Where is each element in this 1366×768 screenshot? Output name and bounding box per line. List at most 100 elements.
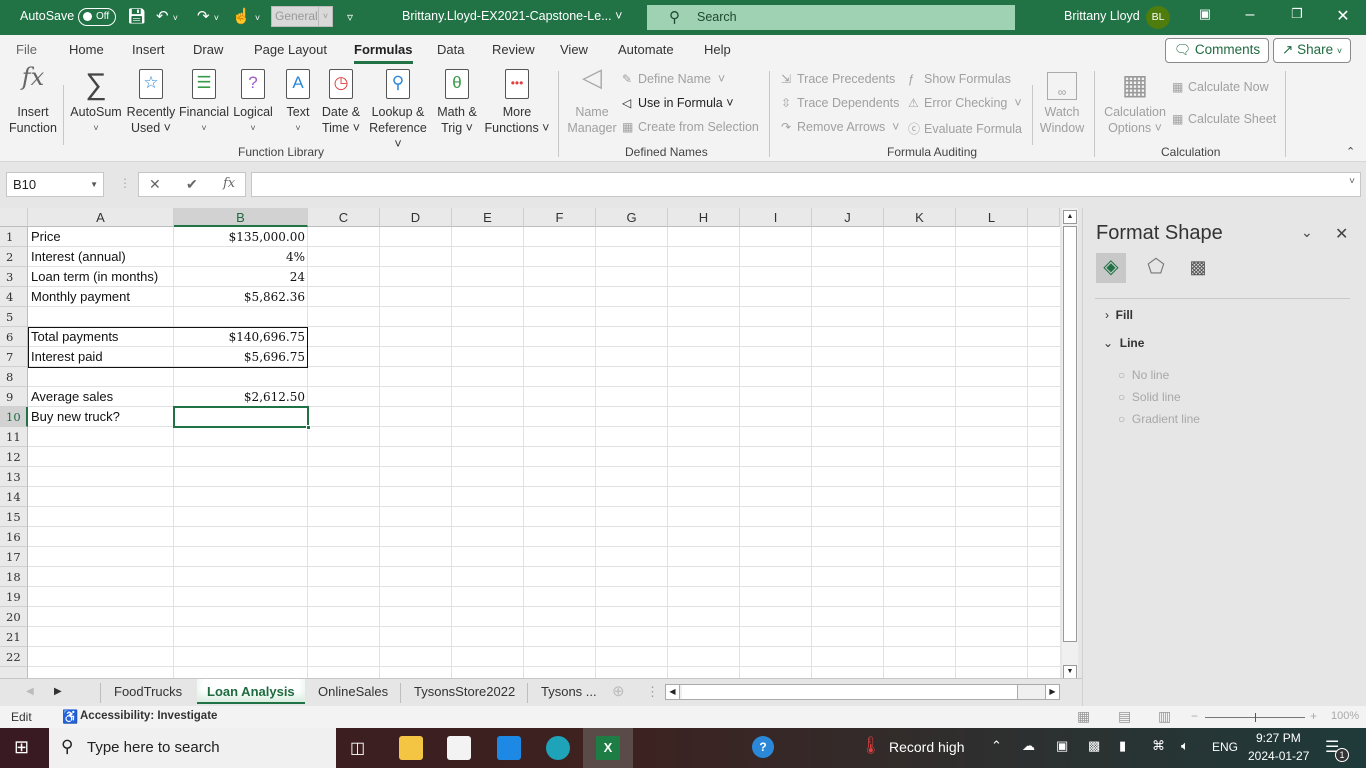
calculate-sheet-button[interactable]: ▦ Calculate Sheet <box>1172 112 1276 126</box>
update-icon[interactable]: ▩ <box>1088 738 1100 754</box>
column-header-j[interactable]: J <box>812 208 884 227</box>
cell-a2[interactable]: Interest (annual) <box>31 247 126 267</box>
autosum-button[interactable]: ∑ AutoSum ˅ <box>68 69 124 136</box>
show-formulas-button[interactable]: ƒ Show Formulas <box>908 72 1011 86</box>
column-header-f[interactable]: F <box>524 208 596 227</box>
math-trig-button[interactable]: θ Math & Trig ˅ <box>432 69 482 136</box>
camera-icon[interactable]: ▣ <box>1056 738 1068 754</box>
column-header-h[interactable]: H <box>668 208 740 227</box>
enter-icon[interactable]: ✔ <box>186 176 198 193</box>
accessibility-status[interactable]: Accessibility: Investigate <box>80 710 217 722</box>
row-header-4[interactable]: 4 <box>0 287 28 307</box>
undo-icon[interactable]: ↶ ˅ <box>156 7 178 25</box>
scroll-up-icon[interactable]: ▲ <box>1063 210 1077 224</box>
page-layout-view-icon[interactable]: ▤ <box>1118 708 1131 725</box>
column-header-b[interactable]: B <box>174 208 308 227</box>
cell-b6[interactable]: $140,696.75 <box>174 327 305 347</box>
sheet-tab-tysons-more[interactable]: Tysons ... <box>541 684 597 699</box>
define-name-button[interactable]: ✎ Define Name ˅ <box>622 72 725 86</box>
row-header-1[interactable]: 1 <box>0 227 28 247</box>
solid-line-radio[interactable]: ○ Solid line <box>1118 390 1181 404</box>
number-format-select[interactable]: General ˅ <box>271 6 333 27</box>
page-break-view-icon[interactable]: ▥ <box>1158 708 1171 725</box>
column-header-i[interactable]: I <box>740 208 812 227</box>
row-header-7[interactable]: 7 <box>0 347 28 367</box>
line-section-toggle[interactable]: ⌄ Line <box>1103 336 1144 350</box>
row-header-12[interactable]: 12 <box>0 447 28 467</box>
help-icon[interactable]: ? <box>752 736 774 758</box>
comments-button[interactable]: 🗨︎ Comments <box>1165 38 1270 63</box>
mail-icon[interactable] <box>497 736 521 760</box>
windows-start-icon[interactable]: ⊞ <box>14 737 29 758</box>
row-header-6[interactable]: 6 <box>0 327 28 347</box>
tab-formulas[interactable]: Formulas <box>354 42 413 64</box>
scroll-down-icon[interactable]: ▼ <box>1063 665 1077 679</box>
zoom-level[interactable]: 100% <box>1331 710 1359 722</box>
close-pane-icon[interactable]: ✕ <box>1335 224 1348 244</box>
evaluate-formula-button[interactable]: ⓒ Evaluate Formula <box>908 120 1022 137</box>
column-header-g[interactable]: G <box>596 208 668 227</box>
minimize-icon[interactable]: – <box>1240 6 1260 24</box>
cell-b2[interactable]: 4% <box>174 247 305 267</box>
weather-status[interactable]: Record high <box>889 739 965 755</box>
customize-toolbar-icon[interactable]: ▿ <box>347 10 353 24</box>
column-header-k[interactable]: K <box>884 208 956 227</box>
cell-a7[interactable]: Interest paid <box>31 347 103 367</box>
search-box[interactable]: ⚲ Search <box>647 5 1015 30</box>
tab-automate[interactable]: Automate <box>618 42 674 57</box>
touch-mode-icon[interactable]: ☝ ˅ <box>232 7 260 25</box>
expand-formula-icon[interactable]: ˅ <box>1349 176 1355 187</box>
sheet-tab-onlinesales[interactable]: OnlineSales <box>318 684 388 699</box>
normal-view-icon[interactable]: ▦ <box>1077 708 1090 725</box>
formula-input[interactable]: ˅ <box>251 172 1361 197</box>
scroll-left-icon[interactable]: ◀ <box>666 685 680 699</box>
column-header-a[interactable]: A <box>28 208 174 227</box>
cell-a3[interactable]: Loan term (in months) <box>31 267 158 287</box>
effects-pentagon-icon[interactable]: ⬠ <box>1141 253 1171 283</box>
name-box[interactable]: B10 ▼ <box>6 172 104 197</box>
avatar[interactable]: BL <box>1146 6 1170 29</box>
selected-cell-b10[interactable] <box>173 406 311 430</box>
row-header-19[interactable]: 19 <box>0 587 28 607</box>
save-icon[interactable]: 💾︎ <box>127 7 146 25</box>
worksheet-grid[interactable]: A B C D E F G H I J K L 1 2 3 4 5 6 7 8 9 10 11 12 1… <box>0 208 1060 678</box>
use-in-formula-button[interactable]: ◁ Use in Formula ˅ <box>622 96 734 110</box>
cell-b1[interactable]: $135,000.00 <box>174 227 305 247</box>
volume-icon[interactable]: 🔈︎ <box>1181 738 1189 754</box>
row-header-8[interactable]: 8 <box>0 367 28 387</box>
tab-page-layout[interactable]: Page Layout <box>254 42 327 57</box>
show-hidden-icons[interactable]: ⌃ <box>991 738 1002 754</box>
document-title[interactable]: Brittany.Lloyd-EX2021-Capstone-Le... ˅ <box>402 9 622 23</box>
lookup-reference-button[interactable]: ⚲ Lookup & Reference ˅ <box>366 69 430 152</box>
row-header-16[interactable]: 16 <box>0 527 28 547</box>
tab-view[interactable]: View <box>560 42 588 57</box>
calculate-now-button[interactable]: ▦ Calculate Now <box>1172 80 1269 94</box>
drag-handle-icon[interactable]: ⋮ <box>119 176 131 190</box>
clock-time[interactable]: 9:27 PM <box>1256 731 1301 745</box>
microsoft-store-icon[interactable] <box>447 736 471 760</box>
zoom-slider[interactable] <box>1205 713 1305 722</box>
zoom-slider-thumb[interactable] <box>1255 713 1256 722</box>
more-functions-button[interactable]: ••• More Functions ˅ <box>484 69 550 136</box>
create-from-selection-button[interactable]: ▦ Create from Selection <box>622 120 759 134</box>
row-header-15[interactable]: 15 <box>0 507 28 527</box>
cell-a6[interactable]: Total payments <box>31 327 118 347</box>
fill-section-toggle[interactable]: › Fill <box>1105 308 1133 322</box>
fill-line-icon[interactable]: ◈ <box>1096 253 1126 283</box>
row-header-2[interactable]: 2 <box>0 247 28 267</box>
row-header-22[interactable]: 22 <box>0 647 28 667</box>
tab-data[interactable]: Data <box>437 42 464 57</box>
gradient-line-radio[interactable]: ○ Gradient line <box>1118 412 1200 426</box>
cell-a1[interactable]: Price <box>31 227 61 247</box>
row-header-10[interactable]: 10 <box>0 407 28 427</box>
date-time-button[interactable]: ◷ Date & Time ˅ <box>318 69 364 136</box>
error-checking-button[interactable]: ⚠ Error Checking ˅ <box>908 96 1022 110</box>
edge-icon[interactable] <box>546 736 570 760</box>
remove-arrows-button[interactable]: ↷ Remove Arrows ˅ <box>781 120 899 134</box>
collapse-ribbon-icon[interactable]: ⌃ <box>1346 145 1355 158</box>
row-header-20[interactable]: 20 <box>0 607 28 627</box>
recently-used-button[interactable]: ☆ Recently Used ˅ <box>125 69 177 136</box>
restore-icon[interactable]: ❐ <box>1287 6 1307 22</box>
tab-draw[interactable]: Draw <box>193 42 223 57</box>
trace-precedents-button[interactable]: ⇲ Trace Precedents <box>781 72 895 86</box>
